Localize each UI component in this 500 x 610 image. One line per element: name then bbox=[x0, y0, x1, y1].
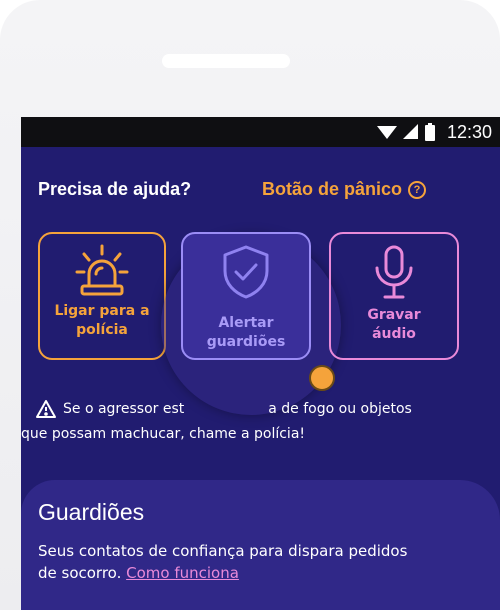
warning-icon bbox=[36, 400, 56, 418]
how-it-works-link[interactable]: Como funciona bbox=[126, 564, 239, 582]
status-icons: 12:30 bbox=[376, 117, 492, 147]
guardians-title: Guardiões bbox=[38, 499, 145, 525]
touch-indicator bbox=[309, 365, 335, 391]
siren-icon bbox=[75, 244, 129, 296]
call-police-button[interactable]: Ligar para a polícia bbox=[38, 232, 166, 360]
warning-line-2: que possam machucar, chame a polícia! bbox=[21, 426, 306, 442]
microphone-icon bbox=[375, 245, 413, 299]
phone-speaker bbox=[162, 54, 290, 68]
warning-text-end: a de fogo ou objetos bbox=[268, 401, 412, 417]
help-circle-icon: ? bbox=[408, 180, 427, 199]
status-bar: 12:30 bbox=[21, 117, 500, 147]
alert-guardians-label-2: guardiões bbox=[206, 334, 286, 350]
guardians-description: Seus contatos de confiança para dispara … bbox=[38, 540, 478, 584]
alert-guardians-label-1: Alertar bbox=[218, 315, 274, 331]
signal-icon bbox=[402, 124, 418, 139]
shield-check-icon bbox=[223, 245, 269, 299]
alert-guardians-button[interactable]: Alertar guardiões bbox=[181, 232, 311, 360]
record-audio-button[interactable]: Gravar áudio bbox=[329, 232, 459, 360]
record-audio-label-2: áudio bbox=[372, 326, 416, 342]
app-screen: 12:30 Precisa de ajuda? Botão de pânico … bbox=[21, 117, 500, 610]
warning-text-start: Se o agressor est bbox=[63, 401, 185, 417]
panic-label: Botão de pânico bbox=[262, 179, 403, 199]
call-police-label-2: polícia bbox=[76, 322, 128, 338]
status-time: 12:30 bbox=[446, 121, 492, 142]
call-police-label-1: Ligar para a bbox=[54, 303, 150, 319]
warning-line-1: Se o agressor est a de fogo ou objetos bbox=[35, 399, 412, 419]
guardians-description-line-1: Seus contatos de confiança para dispara … bbox=[38, 542, 408, 560]
battery-icon bbox=[424, 123, 435, 141]
wifi-icon bbox=[376, 126, 397, 139]
panic-button[interactable]: Botão de pânico ? bbox=[262, 179, 427, 200]
page-title: Precisa de ajuda? bbox=[38, 179, 192, 199]
record-audio-label-1: Gravar bbox=[367, 307, 421, 323]
guardians-description-line-2: de socorro. bbox=[38, 564, 127, 582]
phone-frame: 12:30 Precisa de ajuda? Botão de pânico … bbox=[0, 0, 500, 610]
